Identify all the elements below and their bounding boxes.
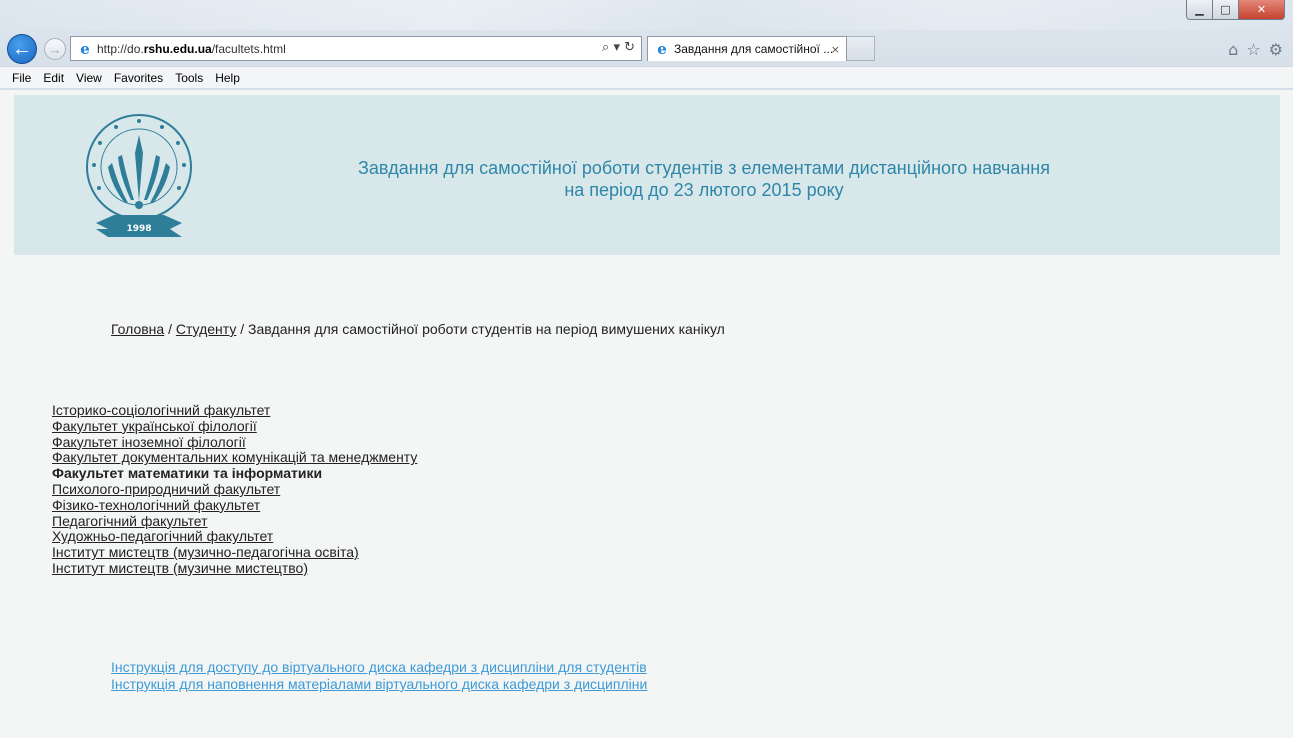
header-banner: 1998 Завдання для самостійної роботи сту… <box>14 95 1280 255</box>
page-title-line2: на період до 23 лютого 2015 року <box>564 180 844 200</box>
faculty-link[interactable]: Факультет іноземної філології <box>52 434 417 451</box>
faculty-link[interactable]: Факультет української філології <box>52 418 417 435</box>
faculty-current: Факультет математики та інформатики <box>52 465 323 482</box>
breadcrumb: Головна / Студенту / Завдання для самост… <box>111 321 725 337</box>
page-title-line1: Завдання для самостійної роботи студенті… <box>358 158 1050 178</box>
new-tab-button[interactable] <box>847 36 875 61</box>
favorites-star-icon[interactable]: ☆ <box>1246 40 1260 59</box>
url-prefix: http://do. <box>97 41 144 56</box>
close-window-button[interactable]: ✕ <box>1239 0 1285 20</box>
menu-bar: File Edit View Favorites Tools Help <box>0 66 1293 88</box>
instructions-links: Інструкція для доступу до віртуального д… <box>111 659 647 693</box>
url-path: /facultets.html <box>211 41 286 56</box>
breadcrumb-student-link[interactable]: Студенту <box>176 321 236 337</box>
url-text[interactable]: http://do.rshu.edu.ua/facultets.html <box>97 42 286 56</box>
breadcrumb-home-link[interactable]: Головна <box>111 321 164 337</box>
tab-close-icon[interactable]: × <box>831 43 840 56</box>
search-refresh-icons[interactable]: ⌕ ▾ ↻ <box>602 40 635 55</box>
faculty-link[interactable]: Художньо-педагогічний факультет <box>52 529 417 545</box>
title-bar <box>0 0 1293 30</box>
toolbar-right: ⌂ ☆ ⚙ <box>1228 40 1283 59</box>
url-domain: rshu.edu.ua <box>143 41 212 56</box>
home-icon[interactable]: ⌂ <box>1228 40 1238 59</box>
address-bar[interactable]: e http://do.rshu.edu.ua/facultets.html ⌕… <box>70 36 642 61</box>
faculty-link[interactable]: Педагогічний факультет <box>52 513 417 530</box>
faculty-list: Історико-соціологічний факультет Факульт… <box>52 402 417 577</box>
settings-gear-icon[interactable]: ⚙ <box>1269 40 1283 59</box>
minimize-button[interactable]: ▁ <box>1186 0 1213 20</box>
menu-file[interactable]: File <box>12 71 31 85</box>
faculty-link[interactable]: Психолого-природничий факультет <box>52 481 417 498</box>
menu-tools[interactable]: Tools <box>175 71 203 85</box>
ie-page-icon: e <box>80 39 90 58</box>
instruction-link-fill[interactable]: Інструкція для наповнення матеріалами ві… <box>111 676 647 693</box>
browser-tab-active[interactable]: e Завдання для самостійної ... × <box>647 36 847 61</box>
browser-chrome: ▁ □ ✕ ← → e http://do.rshu.edu.ua/facult… <box>0 0 1293 90</box>
faculty-link[interactable]: Фізико-технологічний факультет <box>52 497 417 514</box>
tab-title: Завдання для самостійної ... <box>674 42 834 56</box>
faculty-link[interactable]: Факультет документальних комунікацій та … <box>52 450 417 466</box>
forward-button[interactable]: → <box>44 38 66 60</box>
menu-favorites[interactable]: Favorites <box>114 71 163 85</box>
faculty-link[interactable]: Інститут мистецтв (музично-педагогічна о… <box>52 544 417 561</box>
breadcrumb-current: Завдання для самостійної роботи студенті… <box>248 321 725 337</box>
back-arrow-icon: ← <box>12 37 32 60</box>
university-logo: 1998 <box>86 114 192 237</box>
instruction-link-access[interactable]: Інструкція для доступу до віртуального д… <box>111 659 647 676</box>
breadcrumb-separator: / <box>236 321 249 337</box>
logo-year: 1998 <box>126 224 151 234</box>
menu-help[interactable]: Help <box>215 71 240 85</box>
faculty-link[interactable]: Інститут мистецтв (музичне мистецтво) <box>52 560 417 577</box>
menu-edit[interactable]: Edit <box>43 71 64 85</box>
back-button[interactable]: ← <box>7 34 37 64</box>
maximize-button[interactable]: □ <box>1213 0 1239 20</box>
menu-view[interactable]: View <box>76 71 102 85</box>
faculty-link[interactable]: Історико-соціологічний факультет <box>52 402 417 419</box>
ie-tab-icon: e <box>657 40 667 58</box>
page-title: Завдання для самостійної роботи студенті… <box>344 157 1064 201</box>
window-controls: ▁ □ ✕ <box>1186 0 1285 20</box>
forward-arrow-icon: → <box>48 41 62 57</box>
breadcrumb-separator: / <box>164 321 176 337</box>
